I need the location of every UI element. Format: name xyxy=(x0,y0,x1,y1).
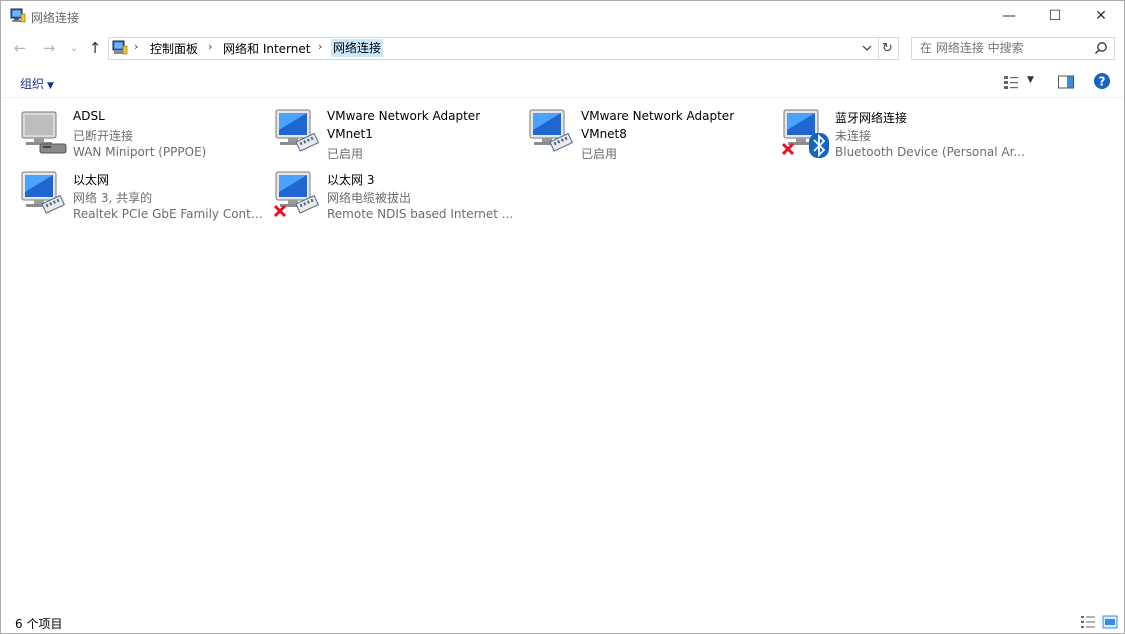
maximize-button[interactable]: ☐ xyxy=(1032,1,1078,31)
connection-status: 网络电缆被拔出 xyxy=(327,191,412,205)
search-box[interactable] xyxy=(911,37,1115,60)
connection-name: 以太网 3 xyxy=(327,173,375,187)
command-bar: 组织 ▼ ▼ ? xyxy=(1,67,1124,98)
change-view-icon[interactable] xyxy=(1002,73,1020,91)
navigation-bar: ← → ⌄ ↑ › 控制面板 › 网络和 Internet › 网络连接 ↻ xyxy=(1,35,1124,63)
breadcrumb-separator-icon[interactable]: › xyxy=(208,40,212,53)
item-count: 6 个项目 xyxy=(15,617,63,631)
network-adapter-icon xyxy=(275,109,320,152)
search-icon[interactable] xyxy=(1094,41,1108,55)
connection-device: Remote NDIS based Internet ... xyxy=(327,207,514,221)
help-icon[interactable]: ? xyxy=(1093,72,1111,90)
control-panel-network-icon xyxy=(112,40,128,55)
connection-item-ethernet[interactable]: 以太网 网络 3, 共享的 Realtek PCIe GbE Family Co… xyxy=(20,170,270,228)
recent-locations-chevron-icon[interactable]: ⌄ xyxy=(65,39,83,57)
connection-status: 已启用 xyxy=(327,147,364,161)
breadcrumb-network-connections[interactable]: 网络连接 xyxy=(331,39,384,57)
connection-device: WAN Miniport (PPPOE) xyxy=(73,145,207,159)
address-dropdown-chevron-icon[interactable] xyxy=(862,44,872,52)
network-adapter-icon xyxy=(274,171,320,218)
organize-caret-icon: ▼ xyxy=(47,81,54,91)
connection-item-adsl[interactable]: ADSL 已断开连接 WAN Miniport (PPPOE) xyxy=(20,108,270,166)
address-bar[interactable]: › 控制面板 › 网络和 Internet › 网络连接 xyxy=(108,37,879,60)
search-input[interactable] xyxy=(920,40,1088,56)
dialup-connection-icon xyxy=(21,111,67,154)
connection-status: 未连接 xyxy=(835,129,872,143)
connection-name: 蓝牙网络连接 xyxy=(835,111,908,125)
close-button[interactable]: ✕ xyxy=(1078,1,1124,31)
status-bar: 6 个项目 xyxy=(1,611,1124,633)
svg-text:?: ? xyxy=(1099,75,1106,89)
breadcrumb-control-panel[interactable]: 控制面板 xyxy=(150,40,198,57)
connection-device: Realtek PCIe GbE Family Contr... xyxy=(73,207,263,221)
large-icons-view-icon[interactable] xyxy=(1102,615,1118,629)
connection-device: Bluetooth Device (Personal Ar... xyxy=(835,145,1025,159)
organize-label: 组织 xyxy=(20,77,45,91)
minimize-button[interactable]: — xyxy=(986,1,1032,31)
details-view-icon[interactable] xyxy=(1080,615,1096,629)
view-options-caret-icon[interactable]: ▼ xyxy=(1027,75,1034,93)
connection-status: 已断开连接 xyxy=(73,129,134,143)
bluetooth-adapter-icon xyxy=(782,109,829,158)
connection-name: ADSL xyxy=(73,109,105,123)
organize-menu-button[interactable]: 组织 ▼ xyxy=(20,75,54,92)
connection-status: 网络 3, 共享的 xyxy=(73,191,153,205)
connection-item-ethernet-3[interactable]: 以太网 3 网络电缆被拔出 Remote NDIS based Internet… xyxy=(274,170,524,228)
back-arrow-icon[interactable]: ← xyxy=(11,39,29,57)
connection-name: 以太网 xyxy=(73,173,110,187)
refresh-button[interactable]: ↻ xyxy=(877,37,899,60)
title-bar: 网络连接 — ☐ ✕ xyxy=(1,1,1124,31)
breadcrumb-separator-icon[interactable]: › xyxy=(134,40,138,53)
preview-pane-icon[interactable] xyxy=(1057,73,1075,91)
network-adapter-icon xyxy=(21,171,66,214)
explorer-window: 网络连接 — ☐ ✕ ← → ⌄ ↑ › 控制面板 › 网络和 Internet… xyxy=(0,0,1125,634)
window-title: 网络连接 xyxy=(31,11,80,25)
breadcrumb-network-internet[interactable]: 网络和 Internet xyxy=(223,40,310,57)
connection-item-vmnet1[interactable]: VMware Network Adapter VMnet1 已启用 xyxy=(274,108,524,166)
connection-status: 已启用 xyxy=(581,147,618,161)
connection-name-line2: VMnet1 xyxy=(327,127,373,141)
forward-arrow-icon[interactable]: → xyxy=(40,39,58,57)
connection-item-vmnet8[interactable]: VMware Network Adapter VMnet8 已启用 xyxy=(528,108,778,166)
connection-item-bluetooth[interactable]: 蓝牙网络连接 未连接 Bluetooth Device (Personal Ar… xyxy=(782,108,1032,166)
breadcrumb-separator-icon[interactable]: › xyxy=(318,40,322,53)
connection-name-line1: VMware Network Adapter xyxy=(327,109,481,123)
up-arrow-icon[interactable]: ↑ xyxy=(86,39,104,57)
network-adapter-icon xyxy=(529,109,574,152)
network-connections-app-icon xyxy=(10,8,26,23)
connection-name-line1: VMware Network Adapter xyxy=(581,109,735,123)
connection-name-line2: VMnet8 xyxy=(581,127,627,141)
